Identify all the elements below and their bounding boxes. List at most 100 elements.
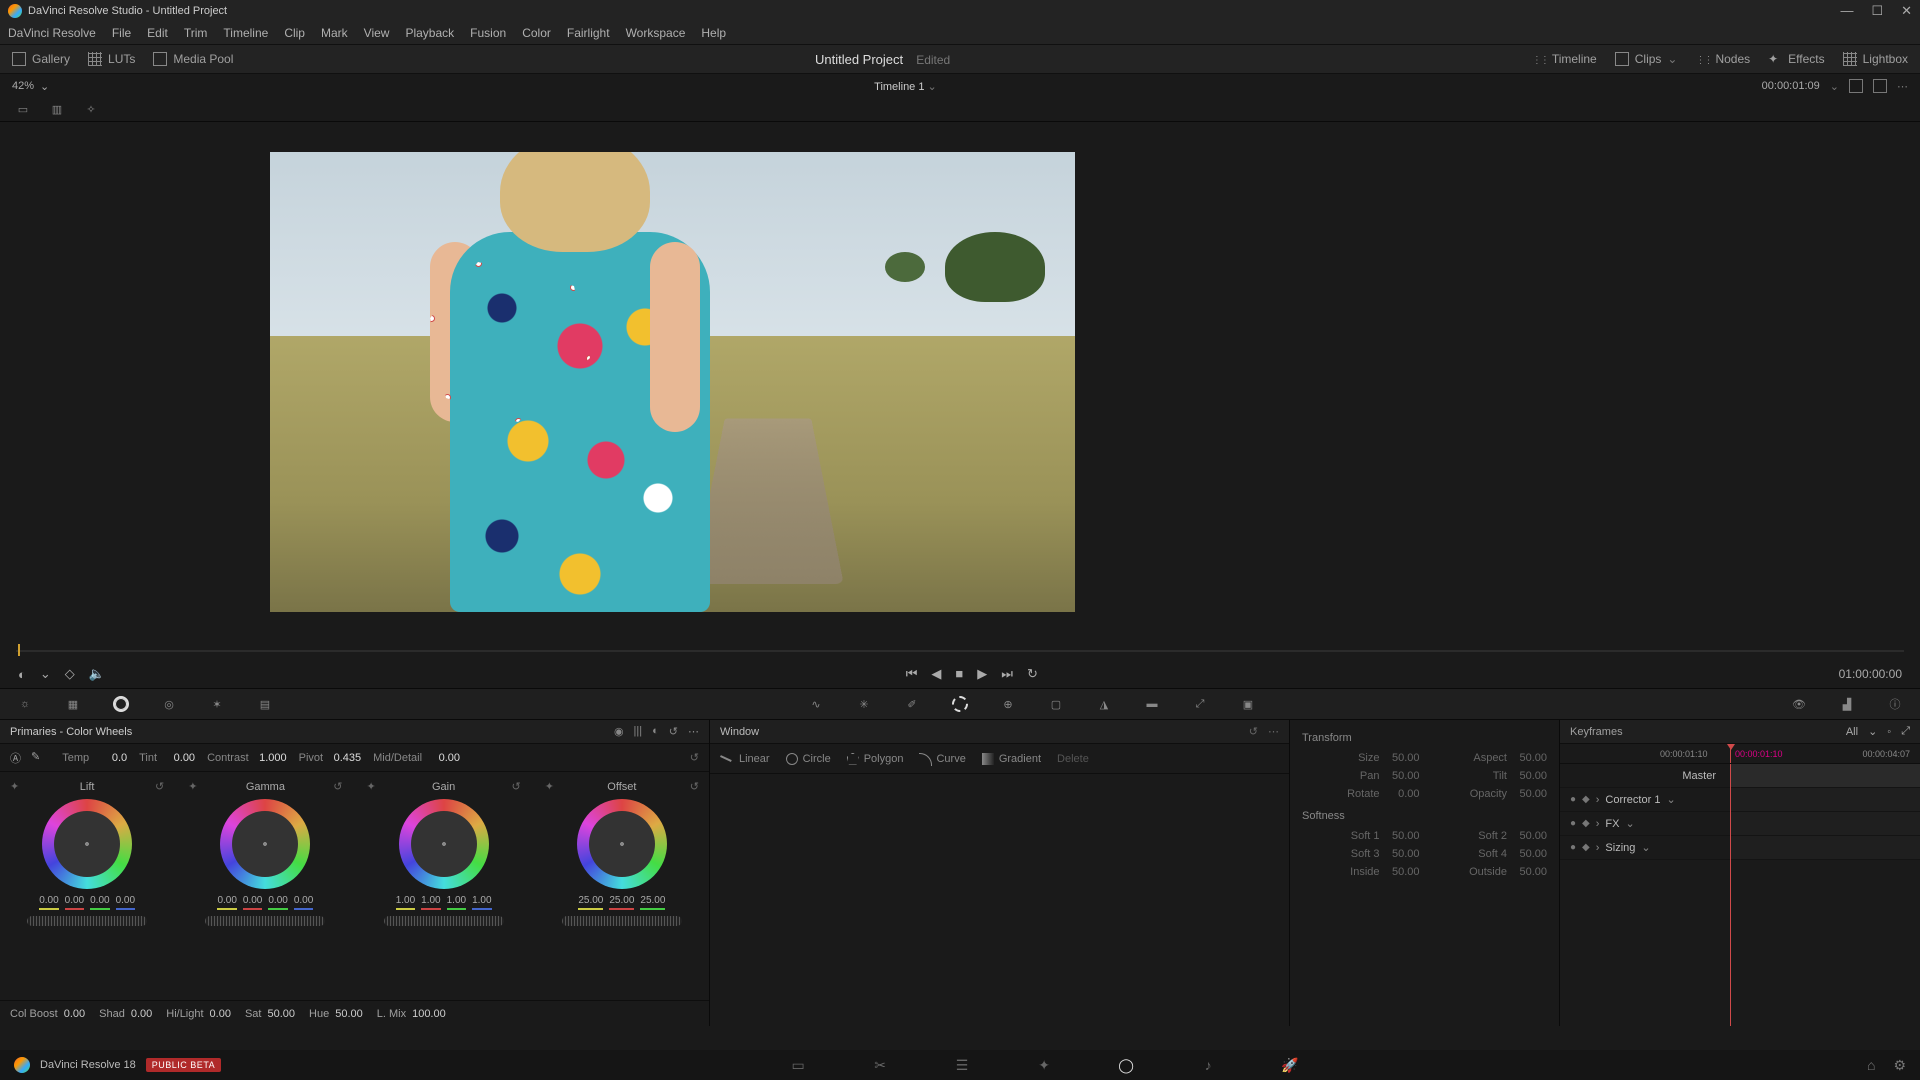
loop-button[interactable]: ↻ (1027, 666, 1038, 682)
pivot-value[interactable]: 0.435 (329, 752, 361, 764)
tp-Pan[interactable]: 50.00 (1386, 770, 1420, 782)
color-match-icon[interactable]: ▦ (62, 693, 84, 715)
wheel-num[interactable]: 1.00 (396, 895, 415, 910)
sat-value[interactable]: 50.00 (267, 1008, 295, 1020)
wheel-num[interactable]: 0.00 (90, 895, 109, 910)
splitscreen-icon[interactable]: ▥ (46, 101, 68, 119)
wheel-num[interactable]: 0.00 (217, 895, 236, 910)
wheel-num[interactable]: 0.00 (65, 895, 84, 910)
menu-file[interactable]: File (112, 26, 131, 40)
prev-frame-button[interactable]: ◀ (931, 666, 941, 682)
last-frame-button[interactable]: ⏭ (1001, 666, 1013, 682)
fusion-page-button[interactable]: ✦ (1033, 1054, 1055, 1076)
chevron-right-icon[interactable]: › (1596, 818, 1600, 830)
menu-mark[interactable]: Mark (321, 26, 348, 40)
kf-autokey-icon[interactable]: ◆ (1582, 818, 1590, 829)
hdr-wheels-icon[interactable]: ◎ (158, 693, 180, 715)
color-wheel[interactable] (399, 799, 489, 889)
tp-Size[interactable]: 50.00 (1386, 752, 1420, 764)
playhead-marker[interactable] (18, 644, 20, 656)
log-mode-icon[interactable]: ◐ (652, 725, 659, 738)
wheel-num[interactable]: 1.00 (447, 895, 466, 910)
menu-fairlight[interactable]: Fairlight (567, 26, 610, 40)
window-linear-tab[interactable]: Linear (722, 753, 770, 765)
color-wheel[interactable] (577, 799, 667, 889)
edit-page-button[interactable]: ☰ (951, 1054, 973, 1076)
wheel-num[interactable]: 1.00 (472, 895, 491, 910)
minimize-button[interactable]: — (1840, 3, 1853, 19)
play-button[interactable]: ▶ (977, 666, 987, 682)
tp-Outside[interactable]: 50.00 (1513, 866, 1547, 878)
kf-track-sizing[interactable]: ●◆› Sizing ⌄ (1560, 836, 1920, 860)
effects-toggle[interactable]: ✦Effects (1768, 52, 1824, 66)
temp-value[interactable]: 0.0 (95, 752, 127, 764)
wheel-num[interactable]: 25.00 (609, 895, 634, 910)
wheel-num[interactable]: 25.00 (640, 895, 665, 910)
kf-enable-icon[interactable]: ● (1570, 794, 1576, 805)
luts-toggle[interactable]: LUTs (88, 52, 135, 66)
viewer-image[interactable] (270, 152, 1075, 612)
master-jog[interactable] (27, 916, 147, 926)
keyframe-icon[interactable]: ✦ (10, 780, 19, 793)
info-icon[interactable]: ⓘ (1884, 693, 1906, 715)
first-frame-button[interactable]: ⏮ (906, 666, 918, 682)
expand-icon[interactable]: ⤢ (1901, 725, 1910, 738)
kf-enable-icon[interactable]: ● (1570, 842, 1576, 853)
highlight-icon[interactable]: ✧ (80, 101, 102, 119)
window-polygon-tab[interactable]: Polygon (847, 753, 904, 765)
chevron-down-icon[interactable]: ⌄ (1868, 725, 1877, 738)
color-page-button[interactable]: ◯ (1115, 1054, 1137, 1076)
contrast-value[interactable]: 1.000 (255, 752, 287, 764)
viewer-area[interactable] (0, 122, 1920, 642)
imagewipe-icon[interactable]: ▭ (12, 101, 34, 119)
kf-enable-icon[interactable]: ● (1570, 818, 1576, 829)
options-icon[interactable]: ⋯ (688, 725, 699, 738)
chevron-down-icon[interactable]: ⌄ (1625, 817, 1634, 830)
colboost-value[interactable]: 0.00 (64, 1008, 85, 1020)
wheel-num[interactable]: 0.00 (243, 895, 262, 910)
master-jog[interactable] (205, 916, 325, 926)
clips-toggle[interactable]: Clips⌄ (1615, 52, 1678, 66)
media-page-button[interactable]: ▭ (787, 1054, 809, 1076)
master-jog[interactable] (562, 916, 682, 926)
reset-icon[interactable]: ↺ (690, 751, 699, 764)
magic-mask-icon[interactable]: ▢ (1045, 693, 1067, 715)
loop-segment-icon[interactable]: ◇ (65, 666, 75, 682)
color-wheel[interactable] (220, 799, 310, 889)
kf-track-fx[interactable]: ●◆› FX ⌄ (1560, 812, 1920, 836)
wheel-num[interactable]: 0.00 (39, 895, 58, 910)
menu-workspace[interactable]: Workspace (626, 26, 686, 40)
gallery-toggle[interactable]: Gallery (12, 52, 70, 66)
expand-icon[interactable] (1873, 79, 1887, 93)
chevron-down-icon[interactable]: ⌄ (1666, 793, 1675, 806)
reset-icon[interactable]: ↺ (690, 780, 699, 793)
options-icon[interactable]: ⋯ (1268, 725, 1279, 738)
keyframe-icon[interactable]: ✦ (367, 780, 376, 793)
window-icon[interactable] (949, 693, 971, 715)
chevron-right-icon[interactable]: › (1596, 794, 1600, 806)
zoom-dropdown[interactable]: 42%⌄ (12, 80, 49, 93)
mediapool-toggle[interactable]: Media Pool (153, 52, 233, 66)
nodes-toggle[interactable]: Nodes (1695, 52, 1750, 66)
menu-color[interactable]: Color (522, 26, 551, 40)
kf-autokey-icon[interactable]: ◆ (1582, 794, 1590, 805)
stop-button[interactable]: ■ (955, 666, 963, 682)
kf-track-corrector 1[interactable]: ●◆› Corrector 1 ⌄ (1560, 788, 1920, 812)
tp-Rotate[interactable]: 0.00 (1386, 788, 1420, 800)
bypass-icon[interactable] (1849, 79, 1863, 93)
settings-button[interactable]: ⚙ (1893, 1057, 1906, 1074)
menu-help[interactable]: Help (701, 26, 726, 40)
motion-effects-icon[interactable]: ▤ (254, 693, 276, 715)
reset-icon[interactable]: ↺ (1249, 725, 1258, 738)
timeline-toggle[interactable]: Timeline (1532, 52, 1597, 66)
chevron-down-icon[interactable]: ⌄ (1830, 80, 1839, 93)
window-curve-tab[interactable]: Curve (919, 753, 965, 765)
home-button[interactable]: ⌂ (1867, 1057, 1875, 1074)
middetail-value[interactable]: 0.00 (428, 752, 460, 764)
chevron-down-icon[interactable]: ⌄ (928, 81, 937, 93)
mute-icon[interactable]: 🔈 (89, 666, 105, 682)
kf-track-master[interactable]: Master (1560, 764, 1920, 788)
key-icon[interactable]: ▬ (1141, 693, 1163, 715)
tp-Tilt[interactable]: 50.00 (1513, 770, 1547, 782)
keyframe-dot-icon[interactable]: ◦ (1887, 726, 1891, 738)
